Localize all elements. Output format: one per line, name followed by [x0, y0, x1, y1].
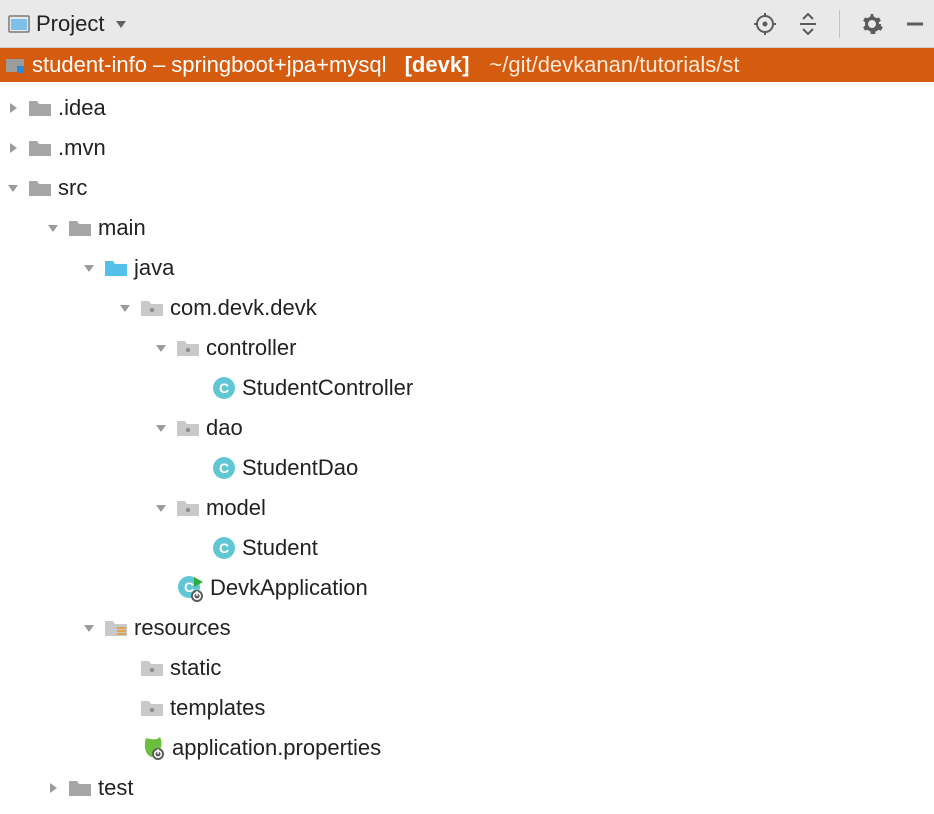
node-label: Student: [242, 535, 318, 561]
node-label: resources: [134, 615, 231, 641]
tree-node-controller[interactable]: controller: [0, 328, 934, 368]
root-subtitle: springboot+jpa+mysql: [171, 52, 386, 78]
node-label: src: [58, 175, 87, 201]
chevron-down-icon[interactable]: [80, 621, 98, 635]
tree-node-resources[interactable]: resources: [0, 608, 934, 648]
tree-node-package[interactable]: com.devk.devk: [0, 288, 934, 328]
root-path: ~/git/devkanan/tutorials/st: [489, 52, 739, 78]
chevron-down-icon[interactable]: [4, 181, 22, 195]
package-icon: [176, 338, 200, 358]
chevron-down-icon[interactable]: [44, 221, 62, 235]
package-icon: [176, 498, 200, 518]
svg-text:C: C: [219, 380, 229, 396]
tree-node-templates[interactable]: templates: [0, 688, 934, 728]
chevron-right-icon[interactable]: [4, 141, 22, 155]
resources-folder-icon: [104, 618, 128, 638]
package-icon: [140, 658, 164, 678]
svg-text:C: C: [219, 540, 229, 556]
chevron-right-icon[interactable]: [44, 781, 62, 795]
chevron-down-icon[interactable]: [152, 501, 170, 515]
chevron-down-icon[interactable]: [152, 421, 170, 435]
class-icon: C: [212, 536, 236, 560]
tree-node-mvn[interactable]: .mvn: [0, 128, 934, 168]
node-label: model: [206, 495, 266, 521]
folder-icon: [28, 138, 52, 158]
tool-window-header: Project: [0, 0, 934, 48]
node-label: StudentDao: [242, 455, 358, 481]
node-label: static: [170, 655, 221, 681]
collapse-all-icon[interactable]: [797, 13, 819, 35]
tree-node-static[interactable]: static: [0, 648, 934, 688]
module-icon: [4, 54, 26, 76]
node-label: application.properties: [172, 735, 381, 761]
folder-icon: [68, 218, 92, 238]
svg-text:C: C: [219, 460, 229, 476]
tree-node-java[interactable]: java: [0, 248, 934, 288]
node-label: .mvn: [58, 135, 106, 161]
folder-icon: [28, 98, 52, 118]
node-label: java: [134, 255, 174, 281]
node-label: controller: [206, 335, 296, 361]
project-tree: .idea .mvn src: [0, 82, 934, 808]
spring-properties-icon: [140, 735, 166, 761]
chevron-down-icon[interactable]: [152, 341, 170, 355]
class-icon: C: [212, 376, 236, 400]
tree-node-model[interactable]: model: [0, 488, 934, 528]
node-label: dao: [206, 415, 243, 441]
node-label: main: [98, 215, 146, 241]
tool-window-title[interactable]: Project: [36, 11, 104, 37]
folder-icon: [28, 178, 52, 198]
node-label: .idea: [58, 95, 106, 121]
node-label: StudentController: [242, 375, 413, 401]
project-root-row[interactable]: student-info – springboot+jpa+mysql [dev…: [0, 48, 934, 82]
header-divider: [839, 10, 840, 38]
target-icon[interactable]: [753, 12, 777, 36]
root-separator: –: [153, 52, 165, 78]
node-label: com.devk.devk: [170, 295, 317, 321]
tree-node-student-controller[interactable]: C StudentController: [0, 368, 934, 408]
tree-node-dao[interactable]: dao: [0, 408, 934, 448]
project-tool-icon: [8, 13, 30, 35]
tree-node-main[interactable]: main: [0, 208, 934, 248]
node-label: templates: [170, 695, 265, 721]
chevron-down-icon[interactable]: [116, 301, 134, 315]
tree-node-idea[interactable]: .idea: [0, 88, 934, 128]
runnable-class-icon: C: [176, 574, 204, 602]
package-icon: [140, 298, 164, 318]
dropdown-icon[interactable]: [114, 17, 128, 31]
gear-icon[interactable]: [860, 12, 884, 36]
chevron-right-icon[interactable]: [4, 101, 22, 115]
tree-node-application-properties[interactable]: application.properties: [0, 728, 934, 768]
minimize-icon[interactable]: [904, 13, 926, 35]
node-label: test: [98, 775, 133, 801]
header-actions: [753, 10, 926, 38]
folder-icon: [68, 778, 92, 798]
source-folder-icon: [104, 258, 128, 278]
package-icon: [140, 698, 164, 718]
root-tag: [devk]: [405, 52, 470, 78]
class-icon: C: [212, 456, 236, 480]
tree-node-devk-application[interactable]: C DevkApplication: [0, 568, 934, 608]
chevron-down-icon[interactable]: [80, 261, 98, 275]
tree-node-test[interactable]: test: [0, 768, 934, 808]
tree-node-student[interactable]: C Student: [0, 528, 934, 568]
tree-node-src[interactable]: src: [0, 168, 934, 208]
header-left: Project: [8, 11, 128, 37]
package-icon: [176, 418, 200, 438]
node-label: DevkApplication: [210, 575, 368, 601]
tree-node-student-dao[interactable]: C StudentDao: [0, 448, 934, 488]
root-name: student-info: [32, 52, 147, 78]
